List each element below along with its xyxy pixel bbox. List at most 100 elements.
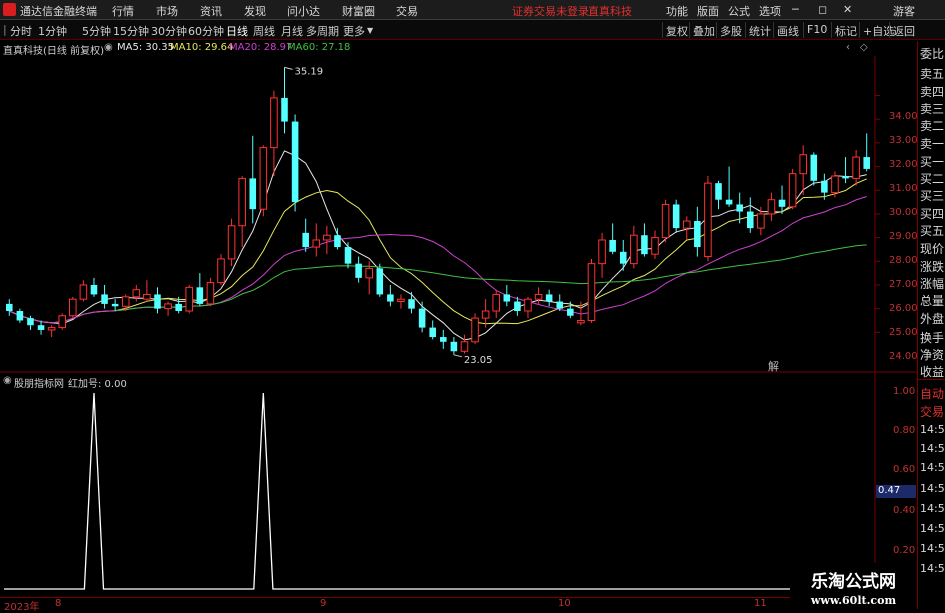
btn-duogu[interactable]: 多股 (716, 22, 745, 38)
quote-buy5[interactable]: 买五 (920, 222, 944, 239)
trade-time: 14:56 (920, 423, 945, 436)
trade-label[interactable]: 交易 (920, 403, 944, 420)
restore-icon[interactable]: ◻ (818, 3, 827, 16)
candle-down (450, 341, 458, 352)
menu-jiaoyi[interactable]: 交易 (396, 3, 418, 19)
quote-eps[interactable]: 收益 (920, 363, 944, 380)
candle-up (598, 239, 606, 265)
quote-netasset[interactable]: 净资 (920, 346, 944, 363)
menu-zixun[interactable]: 资讯 (200, 3, 222, 19)
candle-up (227, 225, 236, 260)
collapse-icon[interactable]: ‹ (846, 42, 850, 53)
candle-down (27, 318, 34, 326)
menu-gongshi[interactable]: 公式 (728, 3, 750, 19)
indicator-name[interactable]: 股朋指标网 (14, 375, 64, 390)
expand-icon[interactable]: ◇ (860, 42, 868, 53)
quote-buy1[interactable]: 买一 (920, 153, 944, 170)
title-bar: 通达信金融终端 行情 市场 资讯 发现 问小达 财富圈 交易 证券交易未登录 直… (0, 0, 945, 20)
login-notice[interactable]: 证券交易未登录 (512, 3, 589, 19)
period-monthly[interactable]: 月线 (281, 23, 303, 39)
trade-time: 14:56 (920, 482, 945, 495)
auto-trade[interactable]: 自动 (920, 385, 944, 402)
quote-buy4[interactable]: 买四 (920, 205, 944, 222)
menu-gongneng[interactable]: 功能 (666, 3, 688, 19)
candle-down (567, 308, 574, 316)
candle-down (101, 294, 108, 304)
jie-marker: 解 (768, 359, 779, 373)
high-price-label: 35.19 (295, 66, 324, 77)
period-multi[interactable]: 多周期 (306, 23, 339, 39)
period-30min[interactable]: 30分钟 (151, 23, 187, 39)
more-chevron-icon[interactable]: ▼ (367, 26, 373, 35)
menu-banmian[interactable]: 版面 (697, 3, 719, 19)
candle-up (799, 154, 807, 175)
quote-buy2[interactable]: 买二 (920, 170, 944, 187)
candle-down (249, 178, 257, 210)
btn-fuquan[interactable]: 复权 (662, 22, 691, 38)
quote-panel: 委比 卖五 卖四 卖三 卖二 卖一 买一 买二 买三 买四 买五 现价 涨跌 涨… (917, 41, 945, 609)
candle-down (334, 235, 341, 248)
price-tick: 31.00 (889, 183, 918, 194)
quote-outer[interactable]: 外盘 (920, 310, 944, 327)
period-60min[interactable]: 60分钟 (188, 23, 224, 39)
ma60-label: MA60: 27.18 (287, 42, 351, 53)
candle-up (704, 182, 712, 258)
candle-down (609, 239, 616, 252)
quote-buy3[interactable]: 买三 (920, 187, 944, 204)
period-1min[interactable]: 1分钟 (38, 23, 67, 39)
price-tick: 27.00 (889, 279, 918, 290)
quote-sell2[interactable]: 卖二 (920, 117, 944, 134)
btn-biaoji[interactable]: 标记 (831, 22, 860, 38)
candle-up (630, 234, 638, 265)
period-fenshi[interactable]: 分时 (10, 23, 32, 39)
guest-label[interactable]: 游客 (893, 3, 915, 19)
quote-turnover[interactable]: 换手 (920, 329, 944, 346)
quote-sell5[interactable]: 卖五 (920, 65, 944, 82)
quote-pct[interactable]: 涨幅 (920, 275, 944, 292)
candle-down (291, 121, 299, 203)
close-icon[interactable]: ✕ (843, 3, 852, 16)
minimize-icon[interactable]: ─ (792, 3, 799, 16)
ma20-label: MA20: 28.97 (229, 42, 293, 53)
period-15min[interactable]: 15分钟 (113, 23, 149, 39)
period-5min[interactable]: 5分钟 (82, 23, 111, 39)
indicator-settings-icon[interactable]: ◉ (3, 375, 12, 386)
candle-down (175, 303, 182, 312)
stock-title[interactable]: 直真科技(日线 前复权) (3, 42, 104, 57)
btn-fanhui[interactable]: 返回 (889, 22, 918, 38)
menu-faxian[interactable]: 发现 (244, 3, 266, 19)
menu-shichang[interactable]: 市场 (156, 3, 178, 19)
period-weekly[interactable]: 周线 (253, 23, 275, 39)
app-title: 通达信金融终端 (20, 5, 97, 18)
candle-up (164, 303, 172, 310)
quote-change[interactable]: 涨跌 (920, 258, 944, 275)
price-tick: 29.00 (889, 231, 918, 242)
candle-down (90, 284, 98, 295)
price-chart[interactable]: 35.19 23.05 解 (0, 56, 917, 597)
quote-sell4[interactable]: 卖四 (920, 83, 944, 100)
menu-caifuquan[interactable]: 财富圈 (342, 3, 375, 19)
price-tick: 26.00 (889, 303, 918, 314)
menu-wenxiaoda[interactable]: 问小达 (287, 3, 320, 19)
btn-f10[interactable]: F10 (803, 22, 830, 38)
candle-down (746, 211, 754, 229)
period-more[interactable]: 更多 (343, 23, 365, 39)
menu-hangqing[interactable]: 行情 (112, 3, 134, 19)
menu-xuanxiang[interactable]: 选项 (759, 3, 781, 19)
btn-diejia[interactable]: 叠加 (689, 22, 718, 38)
quote-volume[interactable]: 总量 (920, 292, 944, 309)
quote-sell1[interactable]: 卖一 (920, 135, 944, 152)
quote-weibi[interactable]: 委比 (920, 45, 944, 62)
quote-price[interactable]: 现价 (920, 240, 944, 257)
settings-circle-icon[interactable]: ◉ (104, 42, 113, 53)
candle-up (651, 237, 659, 255)
login-stock[interactable]: 直真科技 (588, 3, 632, 19)
btn-tongji[interactable]: 统计 (745, 22, 774, 38)
btn-huaxian[interactable]: 画线 (773, 22, 802, 38)
candle-down (672, 204, 680, 229)
quote-sell3[interactable]: 卖三 (920, 100, 944, 117)
date-month-9: 9 (320, 598, 327, 609)
price-tick: 32.00 (889, 159, 918, 170)
period-daily[interactable]: 日线 (226, 23, 248, 39)
candle-up (661, 203, 670, 239)
